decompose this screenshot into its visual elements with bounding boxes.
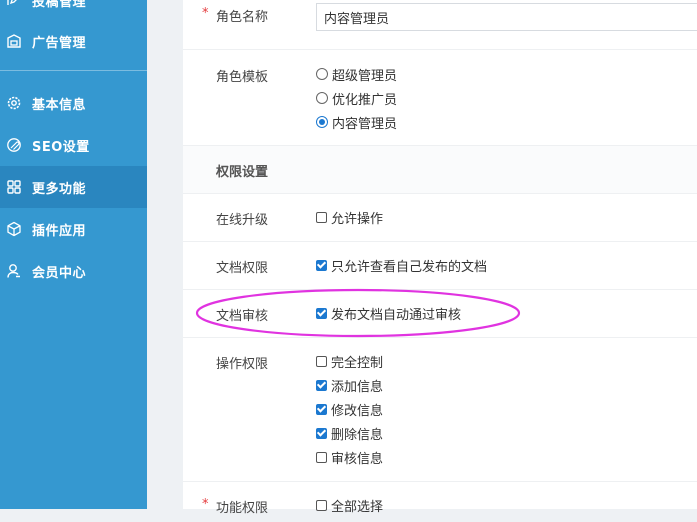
delete-info-checkbox[interactable]: 删除信息 [316, 423, 383, 443]
role-edit-form: * 角色名称 角色模板 超级管理员 优化推广员 内容管理员 权限设置 在线升级 … [183, 0, 697, 516]
doc-permission-row: 文档权限 只允许查看自己发布的文档 [183, 242, 697, 290]
sidebar-item-label: 会员中心 [32, 265, 87, 281]
role-template-row: 角色模板 超级管理员 优化推广员 内容管理员 [183, 50, 697, 146]
checkbox-checked[interactable] [316, 307, 327, 319]
sidebar-item-label: SEO设置 [32, 139, 90, 155]
role-template-label: 角色模板 [216, 70, 269, 85]
sidebar-divider [0, 70, 147, 71]
checkbox-checked[interactable] [316, 403, 327, 415]
option-label: 优化推广员 [332, 92, 398, 108]
edit-info-checkbox[interactable]: 修改信息 [316, 399, 383, 419]
review-info-checkbox[interactable]: 审核信息 [316, 447, 383, 467]
role-name-row: * 角色名称 [183, 0, 697, 50]
checkbox[interactable] [316, 451, 327, 463]
sidebar-item-label: 基本信息 [32, 97, 87, 113]
operation-permission-label: 操作权限 [216, 357, 269, 372]
checkbox-checked[interactable] [316, 259, 327, 271]
sidebar-item-label: 广告管理 [32, 35, 87, 51]
online-upgrade-label: 在线升级 [216, 213, 269, 228]
online-upgrade-row: 在线升级 允许操作 [183, 194, 697, 242]
edit-icon [4, 0, 24, 10]
feature-permission-label: 功能权限 [216, 501, 269, 516]
option-label: 审核信息 [331, 451, 384, 467]
option-label: 超级管理员 [332, 68, 398, 84]
radio-button[interactable] [316, 68, 328, 80]
option-label: 全部选择 [331, 499, 384, 515]
template-option-super-admin[interactable]: 超级管理员 [316, 64, 397, 84]
gear-icon [4, 93, 24, 113]
auto-approve-checkbox[interactable]: 发布文档自动通过审核 [316, 303, 461, 323]
option-label: 完全控制 [331, 355, 384, 371]
template-option-seo-promoter[interactable]: 优化推广员 [316, 88, 397, 108]
required-mark: * [202, 6, 209, 21]
sidebar-item-ads[interactable]: 广告管理 [0, 20, 147, 62]
checkbox[interactable] [316, 355, 327, 367]
option-label: 修改信息 [331, 403, 384, 419]
sidebar-item-members[interactable]: 会员中心 [0, 250, 147, 292]
own-docs-only-checkbox[interactable]: 只允许查看自己发布的文档 [316, 255, 487, 275]
operation-permission-row: 操作权限 完全控制 添加信息 修改信息 删除信息 审核信息 [183, 338, 697, 482]
checkbox-checked[interactable] [316, 379, 327, 391]
template-option-content-admin[interactable]: 内容管理员 [316, 112, 397, 132]
full-control-checkbox[interactable]: 完全控制 [316, 351, 383, 371]
option-label: 发布文档自动通过审核 [331, 307, 462, 323]
radio-button-selected[interactable] [316, 116, 328, 128]
select-all-checkbox[interactable]: 全部选择 [316, 495, 383, 515]
allow-operation-checkbox[interactable]: 允许操作 [316, 207, 383, 227]
option-label: 允许操作 [331, 211, 384, 227]
option-label: 删除信息 [331, 427, 384, 443]
ad-board-icon [4, 31, 24, 51]
sidebar-item-more-features[interactable]: 更多功能 [0, 166, 147, 208]
doc-permission-label: 文档权限 [216, 261, 269, 276]
role-name-label: 角色名称 [216, 10, 269, 25]
checkbox[interactable] [316, 211, 327, 223]
grid-icon [4, 177, 24, 197]
option-label: 内容管理员 [332, 116, 398, 132]
option-label: 只允许查看自己发布的文档 [331, 259, 488, 275]
add-info-checkbox[interactable]: 添加信息 [316, 375, 383, 395]
option-label: 添加信息 [331, 379, 384, 395]
paperclip-icon [4, 135, 24, 155]
sidebar-item-label: 投稿管理 [32, 0, 87, 10]
checkbox-checked[interactable] [316, 427, 327, 439]
sidebar-item-basic-info[interactable]: 基本信息 [0, 82, 147, 124]
doc-review-row: 文档审核 发布文档自动通过审核 [183, 290, 697, 338]
section-title: 权限设置 [216, 165, 269, 180]
permission-section-header: 权限设置 [183, 146, 697, 194]
sidebar-item-plugins[interactable]: 插件应用 [0, 208, 147, 250]
cube-icon [4, 219, 24, 239]
user-icon [4, 261, 24, 281]
required-mark: * [202, 497, 209, 512]
sidebar-item-label: 更多功能 [32, 181, 87, 197]
sidebar-item-seo[interactable]: SEO设置 [0, 124, 147, 166]
sidebar-item-label: 插件应用 [32, 223, 87, 239]
doc-review-label: 文档审核 [216, 309, 269, 324]
feature-permission-row: * 功能权限 全部选择 [183, 482, 697, 522]
role-name-input[interactable] [316, 3, 697, 31]
radio-button[interactable] [316, 92, 328, 104]
sidebar-item-submission[interactable]: 投稿管理 [0, 0, 147, 21]
sidebar: 投稿管理 广告管理 基本信息 SEO设置 更多功能 插件应用 会员中心 [0, 0, 147, 509]
